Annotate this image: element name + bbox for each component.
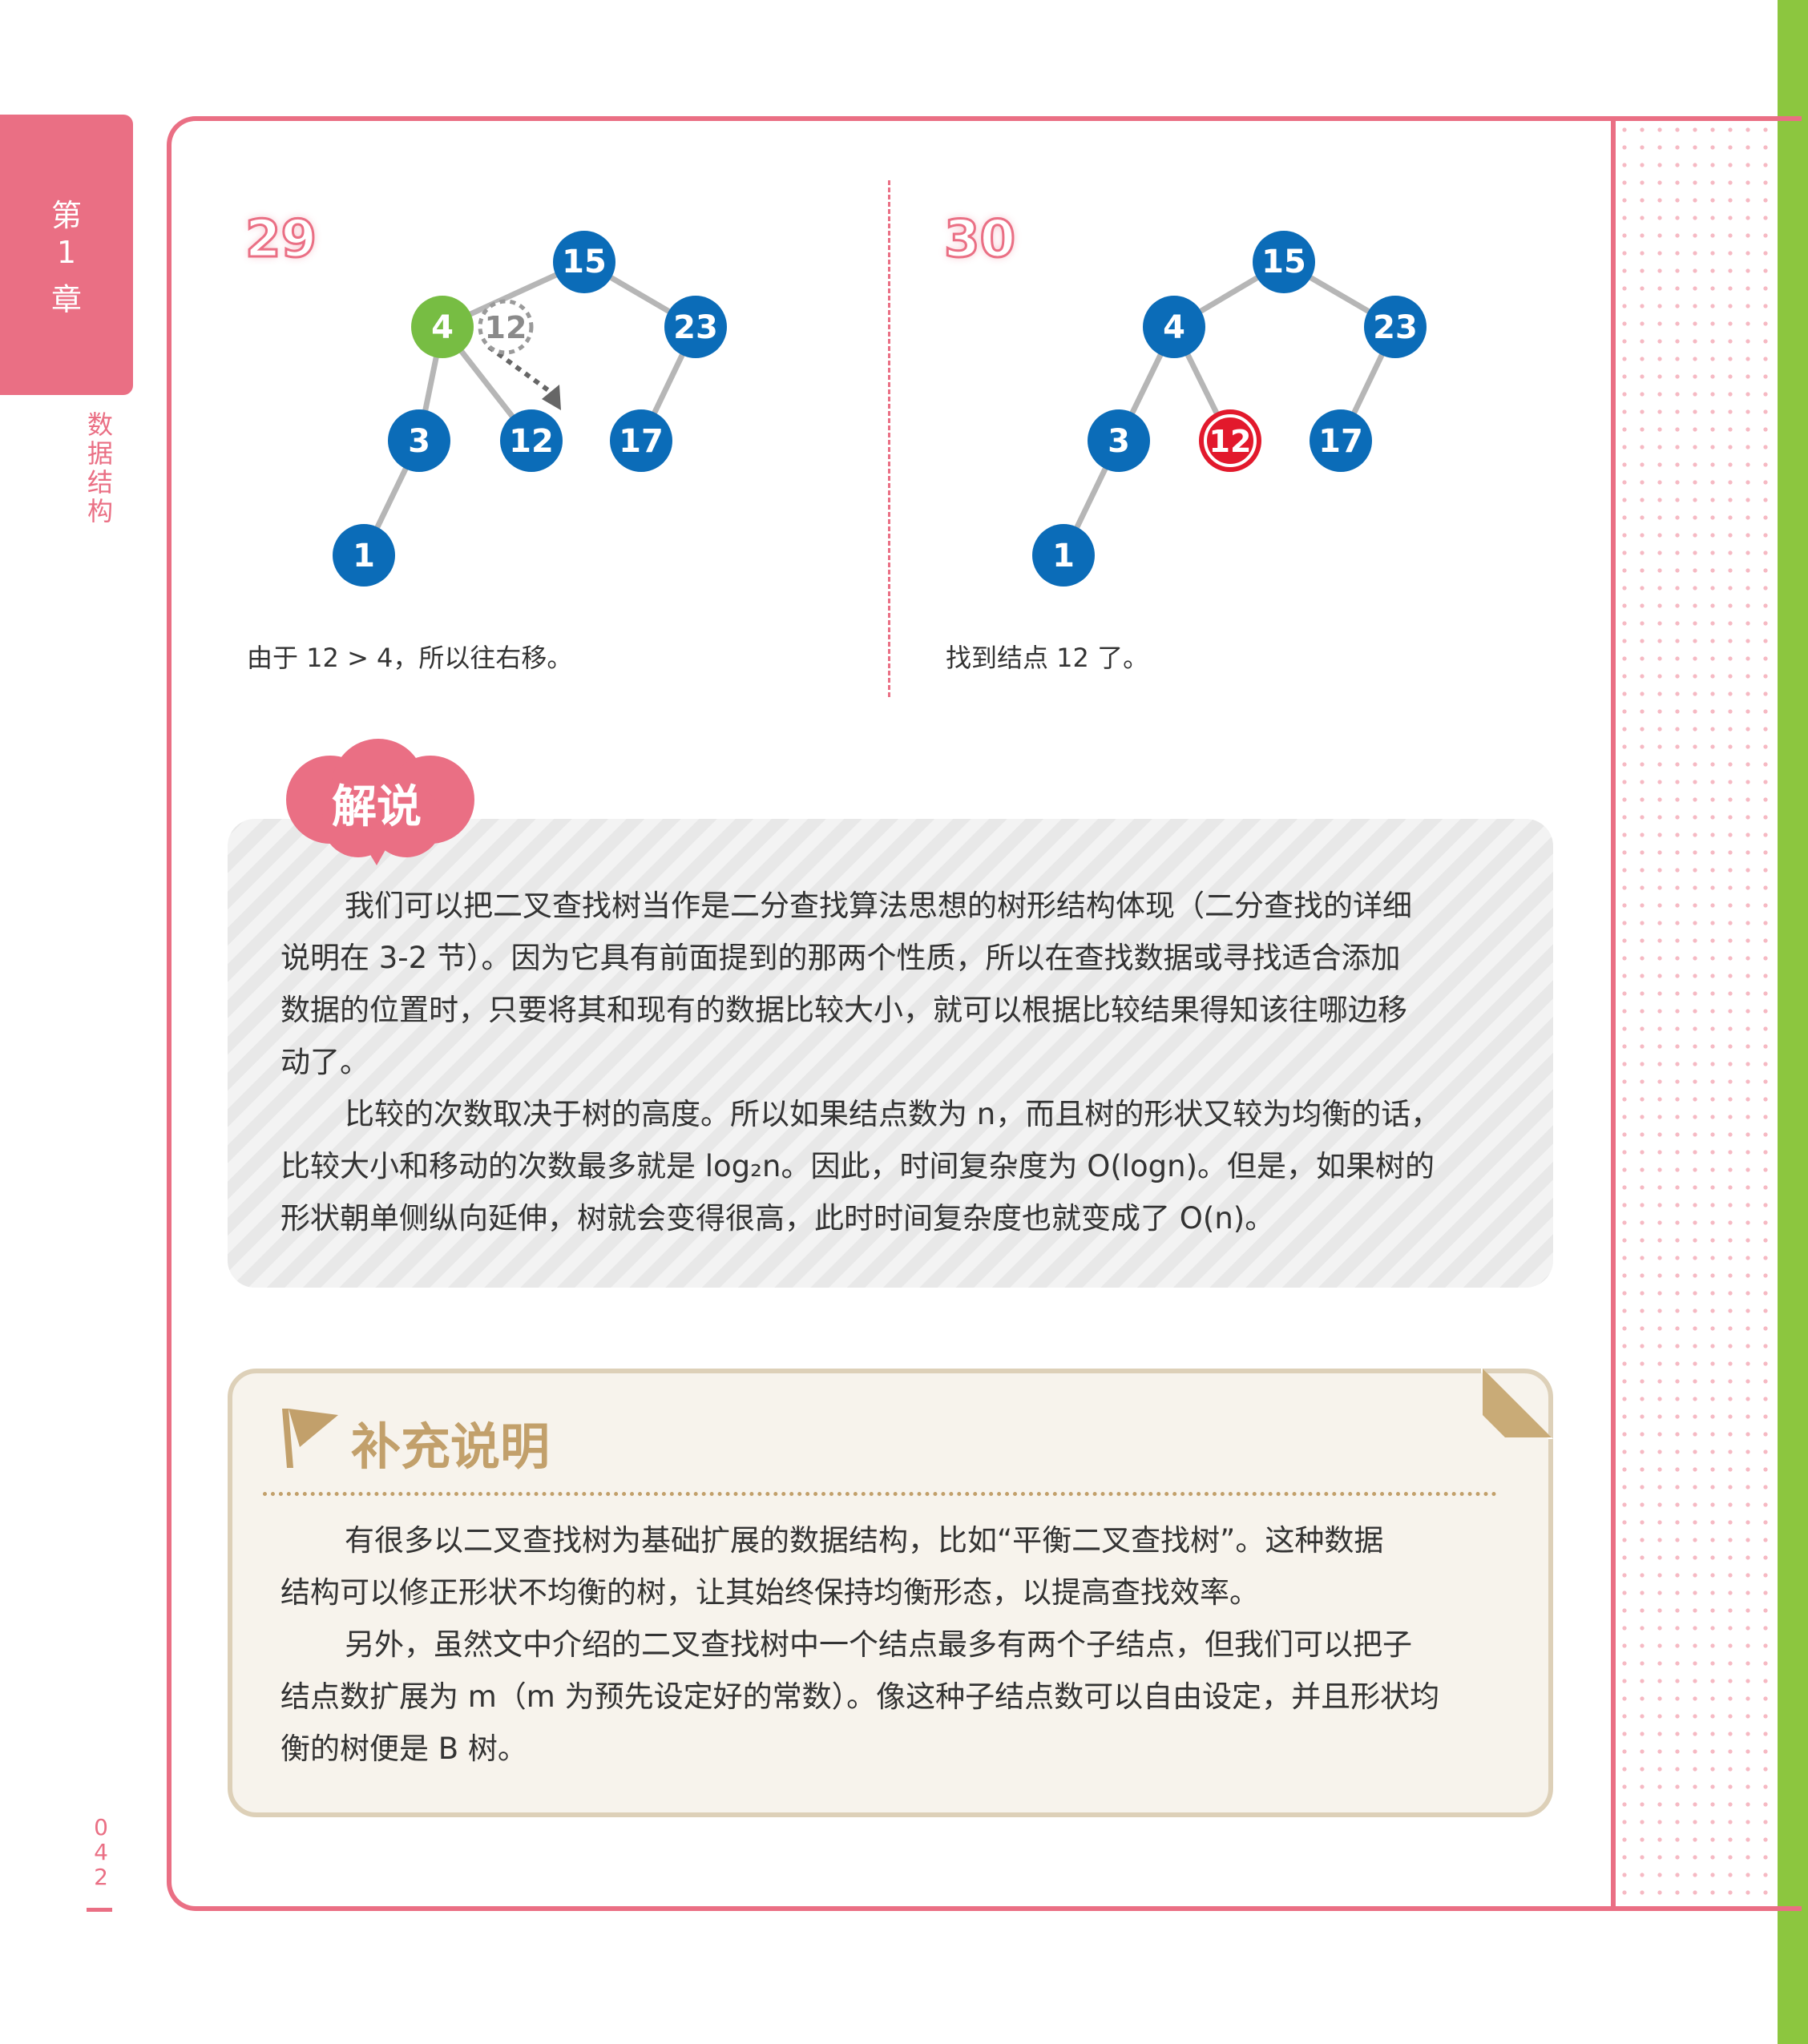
- chapter-tab: 第 1 章: [0, 115, 133, 395]
- node: 3: [1088, 409, 1150, 472]
- tree-edges: [1060, 259, 1398, 557]
- node: 17: [1310, 409, 1372, 472]
- page-number-rule: [87, 1908, 112, 1912]
- text-line: 衡的树便是 B 树。: [280, 1732, 527, 1766]
- text-line: 比较大小和移动的次数最多就是 log₂n。因此，时间复杂度为 O(logn)。但…: [280, 1149, 1435, 1183]
- text-line: 动了。: [280, 1045, 369, 1079]
- svg-text:1: 1: [353, 538, 375, 574]
- svg-text:23: 23: [1373, 309, 1418, 346]
- flag-icon: [282, 1409, 338, 1468]
- tree-diagram-step-29: 15 4 12 23 3 12 17 1: [333, 231, 727, 587]
- move-arrow-path: [487, 345, 559, 399]
- supplement-paragraph-2: 另外，虽然文中介绍的二叉查找树中一个结点最多有两个子结点，但我们可以把子 结点数…: [280, 1619, 1503, 1775]
- node-found: 12: [1199, 409, 1261, 472]
- node-search-value: 12: [478, 299, 534, 355]
- svg-text:23: 23: [673, 309, 718, 346]
- text-line: 结构可以修正形状不均衡的树，让其始终保持均衡形态，以提高查找效率。: [280, 1575, 1259, 1610]
- svg-text:17: 17: [619, 423, 664, 460]
- text-line: 结点数扩展为 m（m 为预先设定好的常数）。像这种子结点数可以自由设定，并且形状…: [280, 1679, 1440, 1714]
- page-number: 0 4 2: [87, 1815, 115, 1889]
- svg-text:1: 1: [1052, 538, 1075, 574]
- subject-char: 构: [87, 496, 113, 526]
- svg-text:3: 3: [1108, 423, 1130, 460]
- subject-char: 据: [87, 438, 113, 469]
- step-caption: 由于 12 > 4，所以往右移。: [247, 643, 573, 673]
- text-line: 有很多以二叉查找树为基础扩展的数据结构，比如“平衡二叉查找树”。这种数据: [345, 1523, 1384, 1558]
- text-line: 说明在 3-2 节）。因为它具有前面提到的那两个性质，所以在查找数据或寻找适合添…: [280, 941, 1401, 975]
- node: 1: [1032, 524, 1095, 587]
- supplement-paragraph-1: 有很多以二叉查找树为基础扩展的数据结构，比如“平衡二叉查找树”。这种数据 结构可…: [280, 1514, 1503, 1619]
- node-root: 15: [553, 231, 615, 293]
- text-line: 另外，虽然文中介绍的二叉查找树中一个结点最多有两个子结点，但我们可以把子: [345, 1627, 1412, 1662]
- commentary-paragraph-1: 我们可以把二叉查找树当作是二分查找算法思想的树形结构体现（二分查找的详细 说明在…: [280, 880, 1503, 1088]
- node: 17: [610, 409, 672, 472]
- commentary-paragraph-2: 比较的次数取决于树的高度。所以如果结点数为 n，而且树的形状又较为均衡的话， 比…: [280, 1088, 1503, 1244]
- commentary-label: 解说: [332, 781, 422, 833]
- page-digit: 0: [94, 1814, 108, 1840]
- svg-text:12: 12: [509, 423, 554, 460]
- step-number: 30: [942, 209, 1016, 271]
- chapter-subject: 数 据 结 构: [80, 410, 120, 526]
- text-line: 形状朝单侧纵向延伸，树就会变得很高，此时时间复杂度也就变成了 O(n)。: [280, 1201, 1275, 1236]
- node-root: 15: [1253, 231, 1315, 293]
- tree-diagram-step-30: 15 4 23 3 12 17 1: [1032, 231, 1427, 587]
- chapter-char: 章: [50, 282, 82, 317]
- supplement-divider: [263, 1492, 1497, 1496]
- node: 3: [388, 409, 450, 472]
- chapter-char: 第: [50, 198, 82, 233]
- node: 1: [333, 524, 395, 587]
- step-caption: 找到结点 12 了。: [946, 643, 1149, 673]
- svg-text:17: 17: [1318, 423, 1363, 460]
- page-digit: 4: [94, 1839, 108, 1865]
- text-line: 数据的位置时，只要将其和现有的数据比较大小，就可以根据比较结果得知该往哪边移: [280, 993, 1407, 1027]
- svg-text:3: 3: [408, 423, 430, 460]
- step-divider: [888, 180, 890, 697]
- page-digit: 2: [94, 1864, 108, 1890]
- svg-text:12: 12: [1209, 424, 1252, 459]
- svg-text:4: 4: [431, 309, 454, 346]
- svg-text:15: 15: [562, 244, 607, 280]
- page-fold-corner: [1481, 1367, 1553, 1439]
- subject-char: 数: [87, 409, 113, 440]
- tree-edges: [361, 259, 699, 557]
- step-number: 29: [244, 209, 317, 271]
- svg-text:12: 12: [485, 310, 527, 345]
- node: 4: [1143, 296, 1205, 358]
- text-line: 比较的次数取决于树的高度。所以如果结点数为 n，而且树的形状又较为均衡的话，: [345, 1097, 1441, 1131]
- chapter-char: 1: [56, 235, 77, 270]
- node-current: 4: [411, 296, 474, 358]
- node: 12: [500, 409, 563, 472]
- subject-char: 结: [87, 467, 113, 498]
- text-line: 我们可以把二叉查找树当作是二分查找算法思想的树形结构体现（二分查找的详细: [345, 889, 1412, 923]
- node: 23: [1364, 296, 1427, 358]
- dotted-margin-panel: [1611, 121, 1778, 1906]
- svg-text:4: 4: [1163, 309, 1185, 346]
- supplement-title: 补充说明: [351, 1417, 551, 1476]
- svg-text:15: 15: [1261, 244, 1306, 280]
- node: 23: [664, 296, 727, 358]
